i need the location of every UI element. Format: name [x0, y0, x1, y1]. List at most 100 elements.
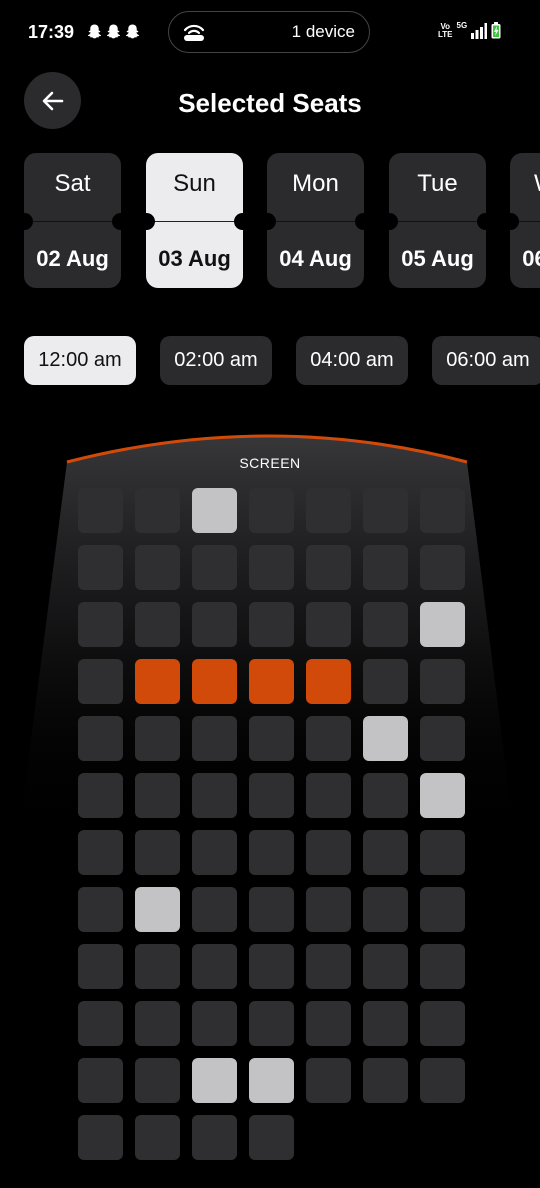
seat-available[interactable]	[420, 488, 465, 533]
seat-available[interactable]	[420, 887, 465, 932]
seat-available[interactable]	[249, 1115, 294, 1160]
seat-available[interactable]	[192, 716, 237, 761]
seat-available[interactable]	[363, 602, 408, 647]
seat-available[interactable]	[249, 944, 294, 989]
time-chip[interactable]: 06:00 am	[432, 336, 540, 385]
seat-available[interactable]	[192, 944, 237, 989]
seat-available[interactable]	[192, 830, 237, 875]
seat-available[interactable]	[192, 602, 237, 647]
seat-available[interactable]	[306, 944, 351, 989]
seat-available[interactable]	[135, 602, 180, 647]
seat-available[interactable]	[249, 887, 294, 932]
seat-available[interactable]	[135, 716, 180, 761]
hotspot-devices-text: 1 device	[291, 22, 355, 41]
seat-booked[interactable]	[192, 488, 237, 533]
ticket-notch	[259, 213, 276, 230]
seat-available[interactable]	[306, 830, 351, 875]
seat-available[interactable]	[420, 944, 465, 989]
seat-available[interactable]	[363, 545, 408, 590]
seat-available[interactable]	[78, 830, 123, 875]
seat-available[interactable]	[306, 545, 351, 590]
seat-available[interactable]	[135, 545, 180, 590]
seat-booked[interactable]	[420, 773, 465, 818]
seat-available[interactable]	[363, 1001, 408, 1046]
seat-available[interactable]	[135, 1115, 180, 1160]
date-card-selected[interactable]: Sun 03 Aug	[138, 153, 251, 288]
seat-booked[interactable]	[420, 602, 465, 647]
seat-available[interactable]	[420, 545, 465, 590]
seat-available[interactable]	[420, 1001, 465, 1046]
seat-booked[interactable]	[135, 887, 180, 932]
date-card[interactable]: Sat 02 Aug	[16, 153, 129, 288]
seat-available[interactable]	[192, 545, 237, 590]
seat-available[interactable]	[78, 1115, 123, 1160]
date-card-day: Wed	[510, 170, 540, 198]
seat-available[interactable]	[192, 773, 237, 818]
time-chip[interactable]: 02:00 am	[160, 336, 272, 385]
date-card[interactable]: Tue 05 Aug	[381, 153, 494, 288]
snapchat-icon	[87, 24, 102, 39]
seat-available[interactable]	[306, 1001, 351, 1046]
seat-available[interactable]	[306, 773, 351, 818]
seat-available[interactable]	[420, 830, 465, 875]
seat-available[interactable]	[363, 488, 408, 533]
seat-available[interactable]	[78, 944, 123, 989]
hotspot-pill[interactable]: 1 device	[168, 11, 370, 53]
battery-charging-icon	[491, 22, 501, 39]
seat-available[interactable]	[420, 659, 465, 704]
seat-selected[interactable]	[192, 659, 237, 704]
seat-available[interactable]	[249, 830, 294, 875]
seat-available[interactable]	[78, 773, 123, 818]
seat-available[interactable]	[420, 716, 465, 761]
seat-available[interactable]	[78, 887, 123, 932]
seat-available[interactable]	[363, 773, 408, 818]
seat-booked[interactable]	[363, 716, 408, 761]
seat-available[interactable]	[249, 602, 294, 647]
seat-selected[interactable]	[306, 659, 351, 704]
seat-booked[interactable]	[249, 1058, 294, 1103]
seat-available[interactable]	[135, 773, 180, 818]
seat-available[interactable]	[306, 488, 351, 533]
seat-available[interactable]	[306, 1058, 351, 1103]
seat-available[interactable]	[78, 716, 123, 761]
seat-selected[interactable]	[135, 659, 180, 704]
seat-available[interactable]	[78, 602, 123, 647]
seat-available[interactable]	[363, 944, 408, 989]
seat-available[interactable]	[78, 1058, 123, 1103]
seat-available[interactable]	[135, 944, 180, 989]
seat-available[interactable]	[363, 1058, 408, 1103]
seat-available[interactable]	[192, 887, 237, 932]
seat-available[interactable]	[192, 1115, 237, 1160]
seat-available[interactable]	[192, 1001, 237, 1046]
network-type: 5G	[456, 21, 468, 30]
seat-available[interactable]	[249, 488, 294, 533]
seat-available[interactable]	[78, 545, 123, 590]
seat-available[interactable]	[135, 1058, 180, 1103]
seat-available[interactable]	[420, 1058, 465, 1103]
seat-available[interactable]	[363, 887, 408, 932]
seat-selected[interactable]	[249, 659, 294, 704]
seat-available[interactable]	[306, 887, 351, 932]
seat-available[interactable]	[135, 1001, 180, 1046]
seat-available[interactable]	[78, 488, 123, 533]
seat-available[interactable]	[78, 659, 123, 704]
seat-available[interactable]	[249, 1001, 294, 1046]
signal-icon	[471, 22, 488, 39]
seat-available[interactable]	[363, 830, 408, 875]
seat-available[interactable]	[306, 602, 351, 647]
seat-available[interactable]	[135, 488, 180, 533]
date-selector: Sat 02 Aug Sun 03 Aug Mon 04 Aug Tue 05 …	[0, 153, 540, 288]
seat-booked[interactable]	[192, 1058, 237, 1103]
date-card[interactable]: Wed 06 Aug	[502, 153, 540, 288]
seat-available[interactable]	[135, 830, 180, 875]
seat-available[interactable]	[78, 1001, 123, 1046]
seat-available[interactable]	[363, 659, 408, 704]
seat-available[interactable]	[306, 716, 351, 761]
seat-available[interactable]	[249, 716, 294, 761]
seat-available[interactable]	[249, 773, 294, 818]
time-chip[interactable]: 04:00 am	[296, 336, 408, 385]
seat-map: SCREEN	[0, 420, 540, 1188]
time-chip-selected[interactable]: 12:00 am	[24, 336, 136, 385]
date-card[interactable]: Mon 04 Aug	[259, 153, 372, 288]
seat-available[interactable]	[249, 545, 294, 590]
